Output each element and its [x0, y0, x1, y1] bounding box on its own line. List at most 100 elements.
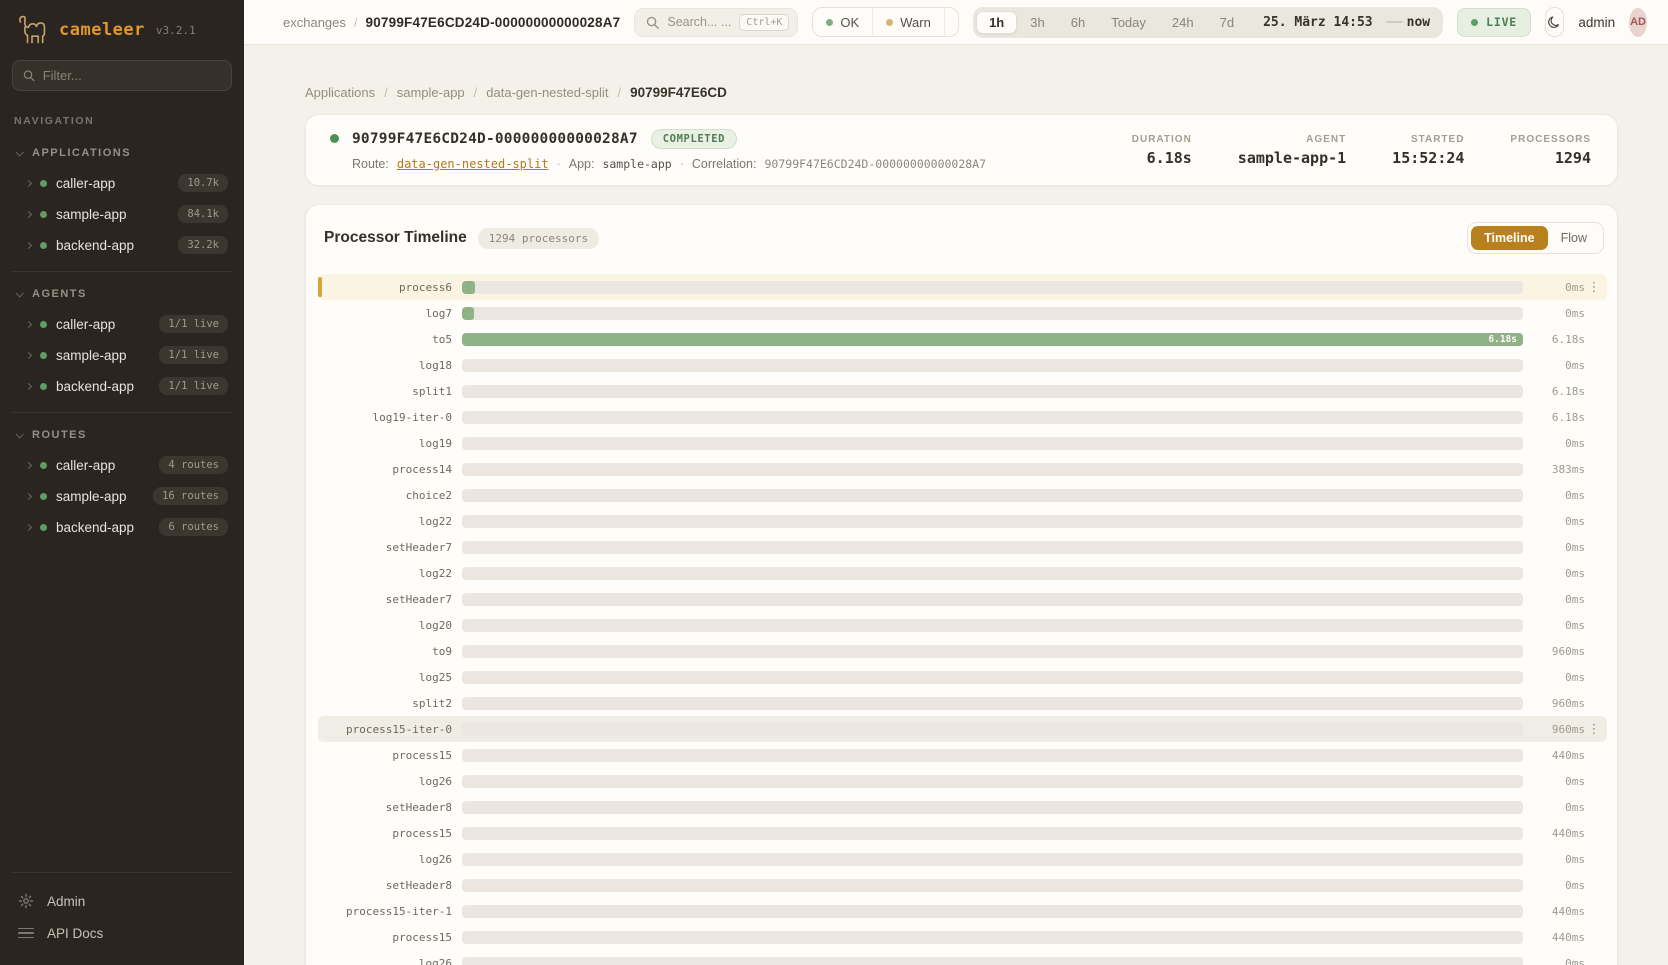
app-version: v3.2.1: [156, 24, 196, 37]
user-avatar[interactable]: AD: [1629, 8, 1647, 37]
timeline-row[interactable]: process14383ms: [318, 456, 1607, 482]
timeline-row[interactable]: log260ms: [318, 768, 1607, 794]
timeline-row[interactable]: split16.18s: [318, 378, 1607, 404]
time-range-today[interactable]: Today: [1098, 11, 1159, 34]
timeline-row[interactable]: setHeader80ms: [318, 872, 1607, 898]
timeline-track: [462, 879, 1523, 892]
sidebar-filter-input[interactable]: [43, 68, 221, 83]
chevron-down-icon: [15, 289, 23, 297]
timeline-row[interactable]: log200ms: [318, 612, 1607, 638]
theme-toggle-button[interactable]: [1545, 7, 1564, 37]
timeline-row[interactable]: process15-iter-0960ms⋮: [318, 716, 1607, 742]
time-range-24h[interactable]: 24h: [1159, 11, 1207, 34]
sidebar-item-badge: 10.7k: [178, 174, 228, 192]
timeline-row[interactable]: process15-iter-1440ms: [318, 898, 1607, 924]
breadcrumb-item[interactable]: Applications: [305, 85, 375, 100]
exchange-stats: DURATION6.18sAGENTsample-app-1STARTED15:…: [1132, 134, 1591, 167]
timeline-track: [462, 645, 1523, 658]
timeline-row[interactable]: log260ms: [318, 846, 1607, 872]
timeline-row[interactable]: setHeader70ms: [318, 534, 1607, 560]
processor-name: log7: [324, 307, 452, 320]
timeline-row[interactable]: log70ms: [318, 300, 1607, 326]
sidebar-item-badge: 1/1 live: [159, 377, 228, 395]
date-range-start[interactable]: 25. März 14:53: [1263, 15, 1373, 30]
time-range-7d[interactable]: 7d: [1207, 11, 1247, 34]
sidebar-item-sample-app[interactable]: sample-app84.1k: [12, 199, 232, 229]
sidebar-item-sample-app[interactable]: sample-app1/1 live: [12, 340, 232, 370]
timeline-row[interactable]: to9960ms: [318, 638, 1607, 664]
sidebar-item-admin[interactable]: Admin: [12, 885, 232, 917]
sidebar-section: AGENTScaller-app1/1 livesample-app1/1 li…: [12, 271, 232, 412]
row-duration: 0ms: [1537, 359, 1585, 372]
timeline-track: [462, 697, 1523, 710]
search-icon: [23, 69, 35, 82]
row-duration: 0ms: [1537, 281, 1585, 294]
sidebar-item-label: caller-app: [56, 458, 115, 473]
exchange-id: 90799F47E6CD24D-00000000000028A7: [352, 131, 638, 147]
breadcrumb-item: 90799F47E6CD: [630, 85, 727, 100]
view-toggle-timeline[interactable]: Timeline: [1471, 226, 1547, 250]
status-filter-warn[interactable]: Warn: [872, 8, 944, 36]
timeline-row[interactable]: setHeader70ms: [318, 586, 1607, 612]
processor-name: log22: [324, 567, 452, 580]
status-filter-error[interactable]: Error: [944, 8, 959, 36]
sidebar-item-caller-app[interactable]: caller-app10.7k: [12, 168, 232, 198]
timeline-row[interactable]: log190ms: [318, 430, 1607, 456]
timeline-row[interactable]: log260ms: [318, 950, 1607, 965]
processor-name: to9: [324, 645, 452, 658]
timeline-row[interactable]: log250ms: [318, 664, 1607, 690]
timeline-row[interactable]: process15440ms: [318, 742, 1607, 768]
timeline-row[interactable]: choice20ms: [318, 482, 1607, 508]
correlation-value: 90799F47E6CD24D-00000000000028A7: [765, 157, 987, 171]
timeline-row[interactable]: log180ms: [318, 352, 1607, 378]
timeline-row[interactable]: process15440ms: [318, 820, 1607, 846]
sidebar-item-backend-app[interactable]: backend-app6 routes: [12, 512, 232, 542]
sidebar-filter[interactable]: [12, 60, 232, 91]
sidebar-section-header[interactable]: ROUTES: [12, 425, 232, 449]
status-dot: [40, 383, 47, 390]
filter-label: OK: [840, 15, 859, 30]
filter-dot: [958, 19, 959, 26]
chevron-right-icon: [25, 241, 32, 248]
timeline-row[interactable]: setHeader80ms: [318, 794, 1607, 820]
global-search[interactable]: Search... ... Ctrl+K: [634, 8, 798, 37]
date-range-end[interactable]: now: [1407, 15, 1430, 30]
breadcrumb-item[interactable]: data-gen-nested-split: [486, 85, 608, 100]
row-menu-icon[interactable]: ⋮: [1585, 280, 1603, 295]
moon-icon: [1547, 15, 1562, 30]
timeline-row[interactable]: log220ms: [318, 508, 1607, 534]
view-toggle-flow[interactable]: Flow: [1548, 226, 1600, 250]
sidebar-section-header[interactable]: APPLICATIONS: [12, 143, 232, 167]
time-range-3h[interactable]: 3h: [1017, 11, 1057, 34]
timeline-row[interactable]: log220ms: [318, 560, 1607, 586]
processor-name: log22: [324, 515, 452, 528]
status-badge: COMPLETED: [651, 129, 737, 149]
breadcrumb-item[interactable]: sample-app: [397, 85, 465, 100]
sidebar-item-api-docs[interactable]: API Docs: [12, 917, 232, 949]
timeline-row[interactable]: split2960ms: [318, 690, 1607, 716]
sidebar-item-sample-app[interactable]: sample-app16 routes: [12, 481, 232, 511]
live-badge[interactable]: LIVE: [1457, 8, 1531, 37]
row-duration: 6.18s: [1537, 333, 1585, 346]
timeline-row[interactable]: process60ms⋮: [318, 274, 1607, 300]
row-duration: 440ms: [1537, 827, 1585, 840]
sidebar-item-caller-app[interactable]: caller-app1/1 live: [12, 309, 232, 339]
row-duration: 0ms: [1537, 879, 1585, 892]
timeline-track: [462, 515, 1523, 528]
breadcrumb-section[interactable]: exchanges: [283, 15, 346, 30]
breadcrumb-separator: /: [474, 85, 478, 100]
breadcrumb-separator: /: [384, 85, 388, 100]
route-link[interactable]: data-gen-nested-split: [397, 157, 549, 171]
timeline-row[interactable]: log19-iter-06.18s: [318, 404, 1607, 430]
status-filter-ok[interactable]: OK: [813, 8, 872, 36]
processor-name: process15: [324, 749, 452, 762]
sidebar-item-backend-app[interactable]: backend-app1/1 live: [12, 371, 232, 401]
time-range-1h[interactable]: 1h: [976, 11, 1017, 34]
timeline-row[interactable]: process15440ms: [318, 924, 1607, 950]
sidebar-item-caller-app[interactable]: caller-app4 routes: [12, 450, 232, 480]
row-menu-icon[interactable]: ⋮: [1585, 722, 1603, 737]
timeline-row[interactable]: to56.18s6.18s: [318, 326, 1607, 352]
sidebar-item-backend-app[interactable]: backend-app32.2k: [12, 230, 232, 260]
sidebar-section-header[interactable]: AGENTS: [12, 284, 232, 308]
time-range-6h[interactable]: 6h: [1058, 11, 1098, 34]
